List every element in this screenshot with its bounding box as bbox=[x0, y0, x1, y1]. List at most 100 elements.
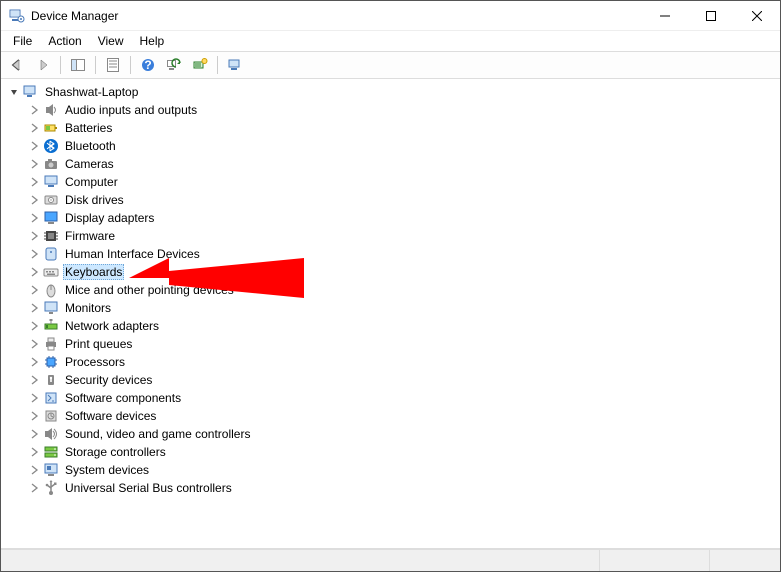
menu-action[interactable]: Action bbox=[40, 32, 89, 50]
status-cell bbox=[710, 550, 780, 571]
chevron-right-icon[interactable] bbox=[27, 355, 41, 369]
tree-category-label[interactable]: Batteries bbox=[63, 121, 114, 135]
chevron-right-icon[interactable] bbox=[27, 427, 41, 441]
tree-category-node[interactable]: Cameras bbox=[23, 155, 778, 173]
swcomp-icon bbox=[43, 390, 59, 406]
devices-by-type-button[interactable] bbox=[223, 53, 247, 77]
tree-category-node[interactable]: Bluetooth bbox=[23, 137, 778, 155]
tree-category-node[interactable]: System devices bbox=[23, 461, 778, 479]
chevron-right-icon[interactable] bbox=[27, 175, 41, 189]
tree-category-label[interactable]: Audio inputs and outputs bbox=[63, 103, 199, 117]
minimize-button[interactable] bbox=[642, 1, 688, 30]
tree-category-node[interactable]: Software devices bbox=[23, 407, 778, 425]
chevron-right-icon[interactable] bbox=[27, 265, 41, 279]
tree-category-label[interactable]: Cameras bbox=[63, 157, 116, 171]
properties-button[interactable] bbox=[101, 53, 125, 77]
tree-category-label[interactable]: Human Interface Devices bbox=[63, 247, 202, 261]
tree-category-node[interactable]: Universal Serial Bus controllers bbox=[23, 479, 778, 497]
chevron-down-icon[interactable] bbox=[7, 85, 21, 99]
tree-category-node[interactable]: Mice and other pointing devices bbox=[23, 281, 778, 299]
tree-category-label[interactable]: Storage controllers bbox=[63, 445, 168, 459]
bluetooth-icon bbox=[43, 138, 59, 154]
battery-icon bbox=[43, 120, 59, 136]
chevron-right-icon[interactable] bbox=[27, 139, 41, 153]
tree-category-label[interactable]: Computer bbox=[63, 175, 120, 189]
tree-category-label[interactable]: Print queues bbox=[63, 337, 134, 351]
chevron-right-icon[interactable] bbox=[27, 409, 41, 423]
chevron-right-icon[interactable] bbox=[27, 283, 41, 297]
chevron-right-icon[interactable] bbox=[27, 391, 41, 405]
tree-category-label[interactable]: Disk drives bbox=[63, 193, 126, 207]
menu-file[interactable]: File bbox=[5, 32, 40, 50]
chevron-right-icon[interactable] bbox=[27, 211, 41, 225]
chevron-right-icon[interactable] bbox=[27, 319, 41, 333]
device-tree[interactable]: Shashwat-Laptop Audio inputs and outputs… bbox=[1, 79, 780, 549]
back-button[interactable] bbox=[5, 53, 29, 77]
tree-category-node[interactable]: Batteries bbox=[23, 119, 778, 137]
cpu-icon bbox=[43, 354, 59, 370]
tree-category-node[interactable]: Software components bbox=[23, 389, 778, 407]
tree-category-label[interactable]: Display adapters bbox=[63, 211, 156, 225]
tree-category-node[interactable]: Sound, video and game controllers bbox=[23, 425, 778, 443]
menu-view[interactable]: View bbox=[90, 32, 132, 50]
toolbar-separator bbox=[130, 56, 131, 74]
tree-category-node[interactable]: Audio inputs and outputs bbox=[23, 101, 778, 119]
scan-hardware-button[interactable] bbox=[162, 53, 186, 77]
tree-category-node[interactable]: Firmware bbox=[23, 227, 778, 245]
tree-root-node[interactable]: Shashwat-Laptop bbox=[3, 83, 778, 101]
chevron-right-icon[interactable] bbox=[27, 373, 41, 387]
tree-category-node[interactable]: Print queues bbox=[23, 335, 778, 353]
window-titlebar: Device Manager bbox=[1, 1, 780, 31]
chevron-right-icon[interactable] bbox=[27, 157, 41, 171]
tree-category-label[interactable]: Monitors bbox=[63, 301, 113, 315]
status-bar bbox=[1, 549, 780, 571]
tree-category-label[interactable]: Keyboards bbox=[63, 264, 124, 280]
help-button[interactable]: ? bbox=[136, 53, 160, 77]
tree-category-node[interactable]: Display adapters bbox=[23, 209, 778, 227]
status-cell bbox=[1, 550, 600, 571]
maximize-button[interactable] bbox=[688, 1, 734, 30]
tree-category-node[interactable]: Network adapters bbox=[23, 317, 778, 335]
tree-category-node[interactable]: Processors bbox=[23, 353, 778, 371]
forward-button[interactable] bbox=[31, 53, 55, 77]
chevron-right-icon[interactable] bbox=[27, 445, 41, 459]
tree-category-label[interactable]: Security devices bbox=[63, 373, 154, 387]
chevron-right-icon[interactable] bbox=[27, 229, 41, 243]
chevron-right-icon[interactable] bbox=[27, 463, 41, 477]
close-button[interactable] bbox=[734, 1, 780, 30]
tree-category-label[interactable]: System devices bbox=[63, 463, 151, 477]
window-title: Device Manager bbox=[31, 9, 642, 23]
tree-category-node[interactable]: Human Interface Devices bbox=[23, 245, 778, 263]
tree-category-label[interactable]: Mice and other pointing devices bbox=[63, 283, 236, 297]
chevron-right-icon[interactable] bbox=[27, 247, 41, 261]
tree-category-label[interactable]: Sound, video and game controllers bbox=[63, 427, 252, 441]
toolbar-separator bbox=[217, 56, 218, 74]
tree-category-label[interactable]: Firmware bbox=[63, 229, 117, 243]
show-hide-console-tree-button[interactable] bbox=[66, 53, 90, 77]
tree-category-node[interactable]: Computer bbox=[23, 173, 778, 191]
tree-category-label[interactable]: Software devices bbox=[63, 409, 158, 423]
tree-category-label[interactable]: Network adapters bbox=[63, 319, 161, 333]
add-legacy-hardware-button[interactable] bbox=[188, 53, 212, 77]
printer-icon bbox=[43, 336, 59, 352]
chevron-right-icon[interactable] bbox=[27, 121, 41, 135]
tree-category-label[interactable]: Bluetooth bbox=[63, 139, 118, 153]
keyboard-icon bbox=[43, 264, 59, 280]
tree-category-label[interactable]: Processors bbox=[63, 355, 127, 369]
tree-category-node[interactable]: Storage controllers bbox=[23, 443, 778, 461]
hid-icon bbox=[43, 246, 59, 262]
tree-category-node[interactable]: Disk drives bbox=[23, 191, 778, 209]
tree-category-label[interactable]: Universal Serial Bus controllers bbox=[63, 481, 234, 495]
tree-root-label[interactable]: Shashwat-Laptop bbox=[43, 85, 140, 99]
chevron-right-icon[interactable] bbox=[27, 337, 41, 351]
sound-icon bbox=[43, 426, 59, 442]
chevron-right-icon[interactable] bbox=[27, 103, 41, 117]
tree-category-node[interactable]: Security devices bbox=[23, 371, 778, 389]
tree-category-node[interactable]: Monitors bbox=[23, 299, 778, 317]
chevron-right-icon[interactable] bbox=[27, 481, 41, 495]
chevron-right-icon[interactable] bbox=[27, 301, 41, 315]
tree-category-node[interactable]: Keyboards bbox=[23, 263, 778, 281]
tree-category-label[interactable]: Software components bbox=[63, 391, 183, 405]
menu-help[interactable]: Help bbox=[132, 32, 173, 50]
chevron-right-icon[interactable] bbox=[27, 193, 41, 207]
